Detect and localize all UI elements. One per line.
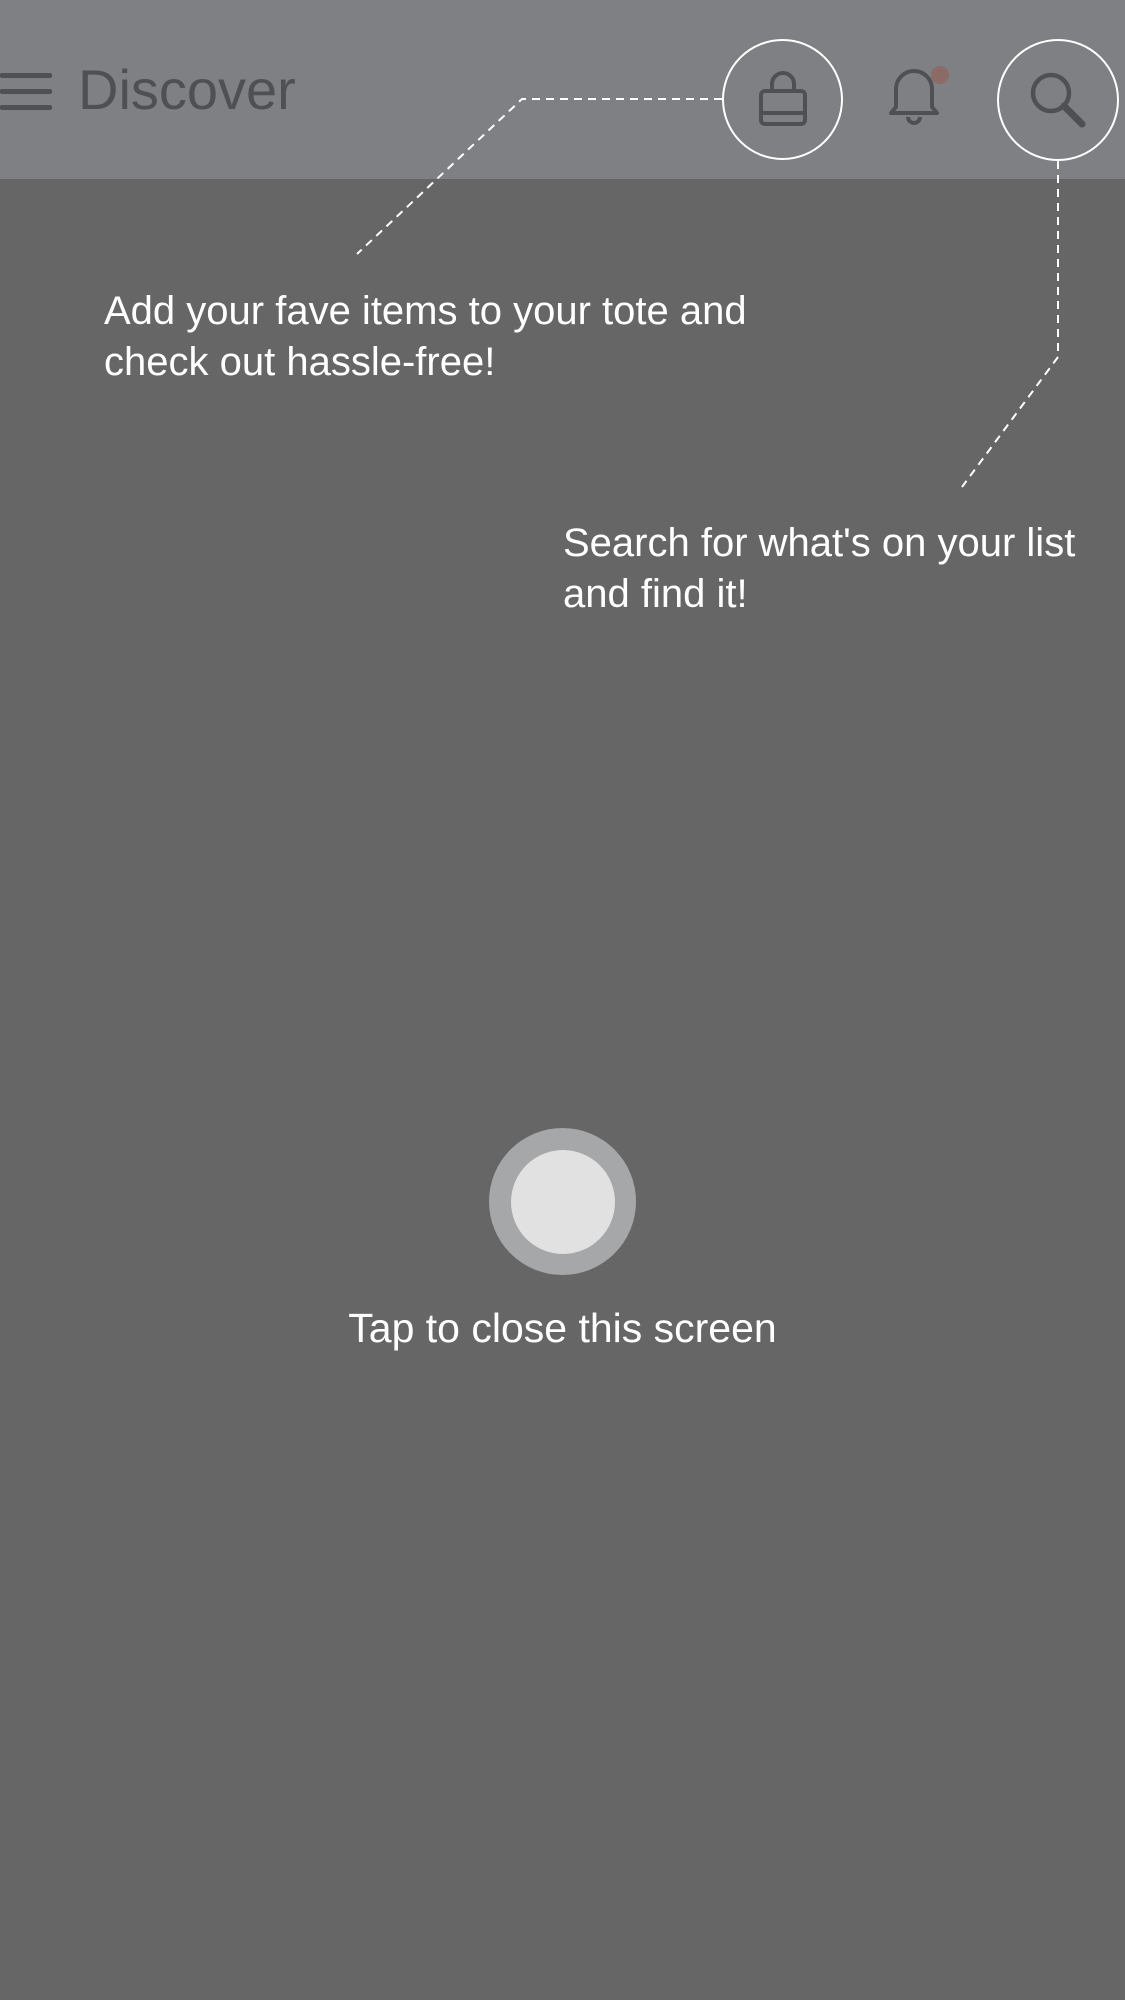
app-bar: Discover xyxy=(0,0,1125,179)
page-title: Discover xyxy=(78,58,296,121)
search-tip-connector xyxy=(961,161,1059,488)
search-button[interactable] xyxy=(997,39,1119,161)
search-tip-text: Search for what's on your list and find … xyxy=(563,521,1076,616)
close-overlay-label: Tap to close this screen xyxy=(348,1305,777,1351)
tote-button[interactable] xyxy=(722,39,843,160)
shopping-bag-icon xyxy=(758,70,807,126)
close-overlay-button[interactable] xyxy=(489,1128,636,1275)
notification-badge xyxy=(931,66,949,84)
tote-tip-text: Add your fave items to your tote and che… xyxy=(104,289,747,384)
search-icon xyxy=(1030,72,1086,128)
hamburger-menu-icon[interactable] xyxy=(0,73,52,113)
close-overlay-button-inner xyxy=(510,1149,615,1254)
